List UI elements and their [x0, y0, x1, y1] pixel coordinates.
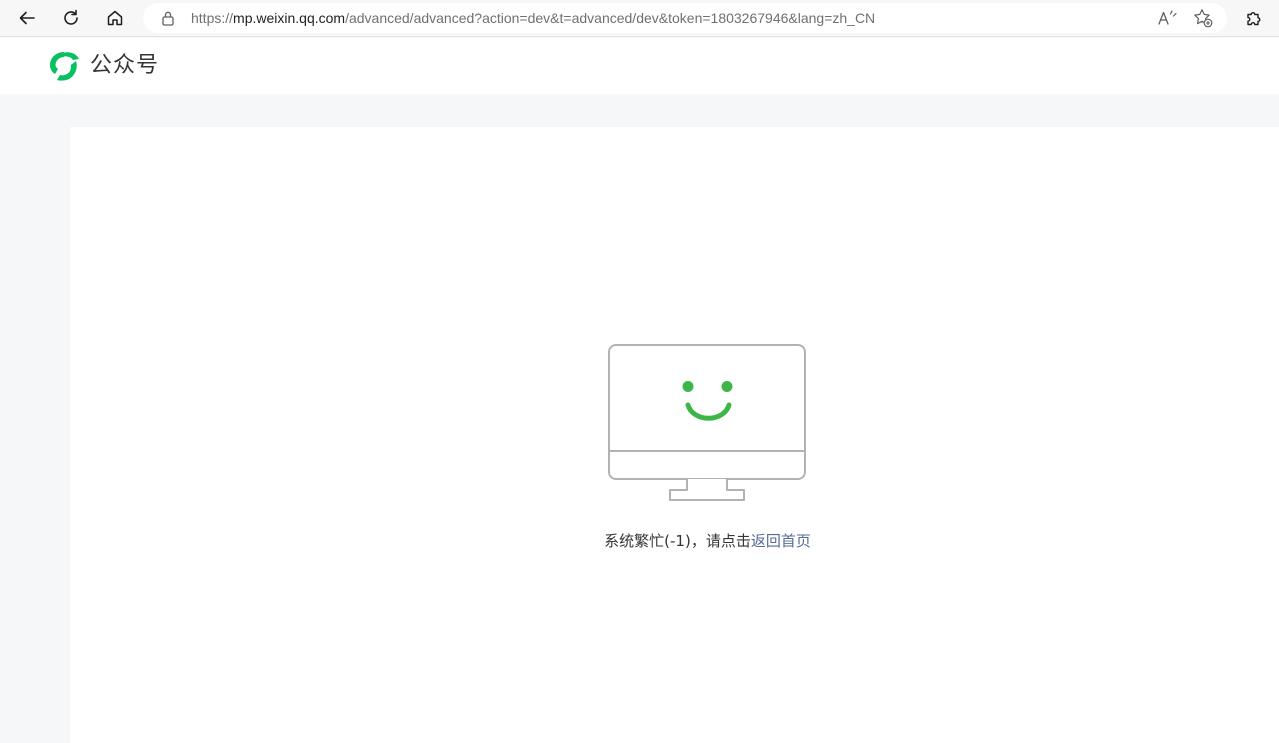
- error-message: 系统繁忙(-1)，请点击返回首页: [70, 529, 1279, 553]
- home-button[interactable]: [100, 4, 130, 32]
- url-text[interactable]: https://mp.weixin.qq.com/advanced/advanc…: [191, 3, 875, 33]
- extensions-icon: [1247, 12, 1261, 26]
- read-aloud-icon: [1158, 10, 1177, 25]
- url-host: mp.weixin.qq.com: [233, 10, 346, 26]
- browser-toolbar: https://mp.weixin.qq.com/advanced/advanc…: [0, 0, 1279, 37]
- add-favorite-icon: [1194, 9, 1213, 28]
- arrow-left-icon: [19, 11, 35, 25]
- refresh-icon: [64, 9, 78, 25]
- back-to-home-link[interactable]: 返回首页: [751, 532, 811, 550]
- extensions-button[interactable]: [1239, 4, 1269, 32]
- back-button[interactable]: [12, 4, 42, 32]
- logo-text[interactable]: 公众号: [90, 50, 159, 82]
- read-aloud-button[interactable]: [1156, 8, 1178, 28]
- error-text: 系统繁忙(-1)，请点击: [604, 532, 751, 550]
- home-icon: [107, 10, 123, 26]
- wechat-mp-logo-icon[interactable]: [46, 50, 82, 84]
- content-card: 系统繁忙(-1)，请点击返回首页: [70, 127, 1279, 743]
- url-scheme: https://: [191, 10, 234, 26]
- monitor-smiley-icon: [608, 344, 806, 501]
- address-bar[interactable]: https://mp.weixin.qq.com/advanced/advanc…: [143, 3, 1227, 33]
- refresh-button[interactable]: [56, 4, 86, 32]
- url-path: /advanced/advanced?action=dev&t=advanced…: [345, 10, 876, 26]
- add-favorite-button[interactable]: [1192, 8, 1214, 28]
- lock-icon[interactable]: [161, 10, 175, 26]
- site-header: 公众号: [0, 38, 1279, 94]
